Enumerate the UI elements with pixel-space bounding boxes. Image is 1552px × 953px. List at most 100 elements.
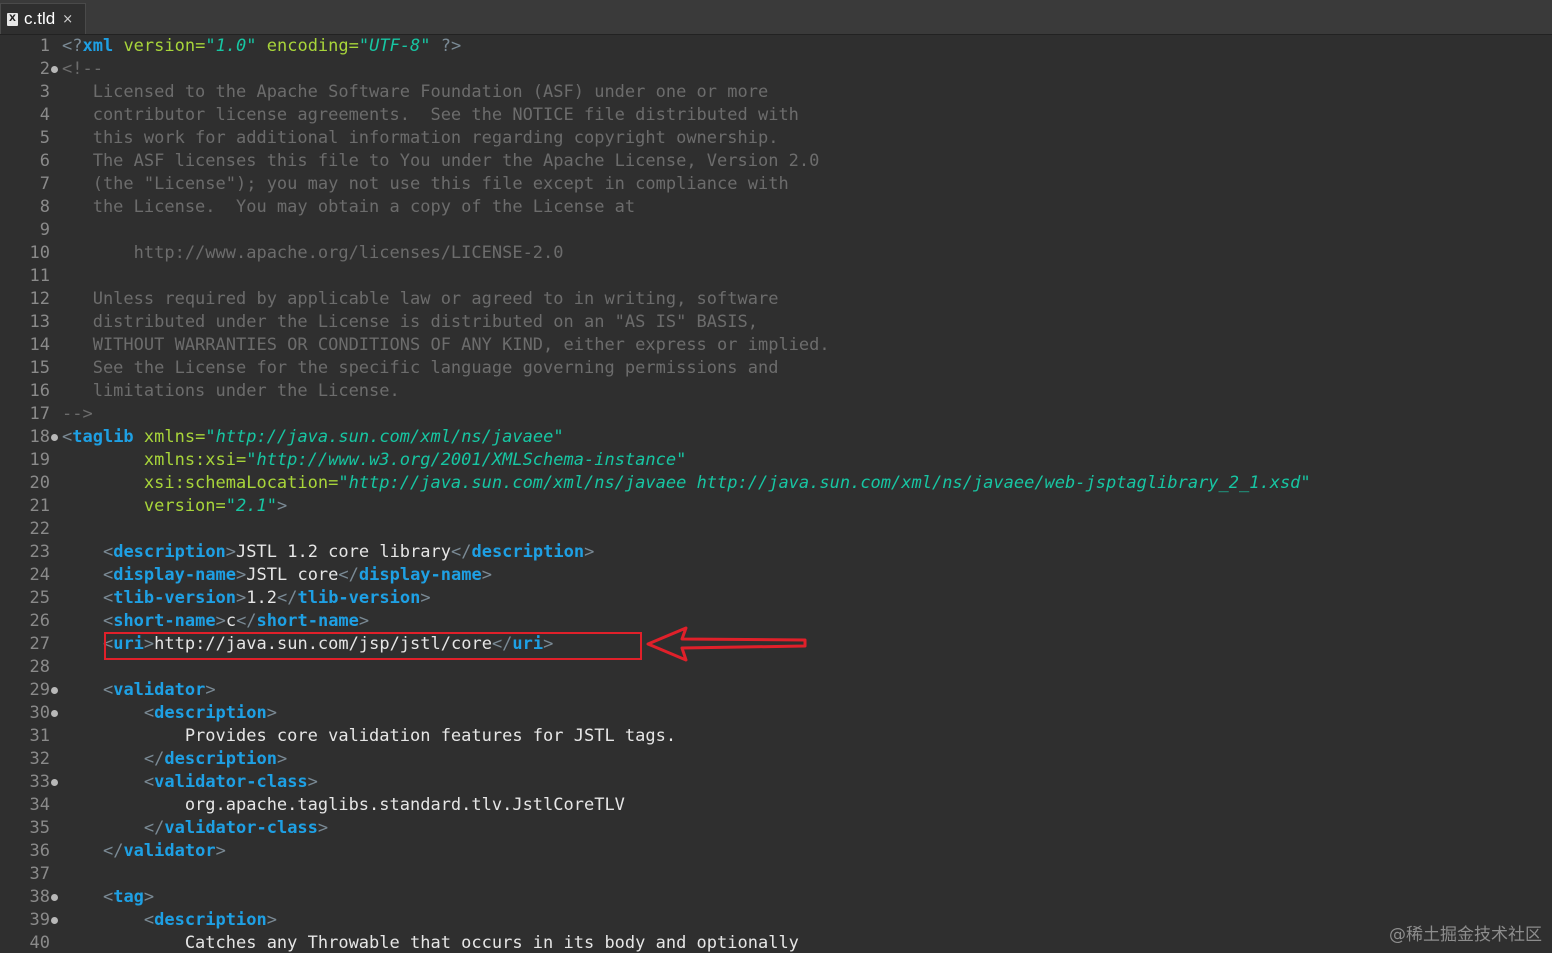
code-line[interactable]: 33 <validator-class> xyxy=(0,771,1552,794)
attribute: version= xyxy=(113,36,206,56)
tab-c-tld[interactable]: X c.tld × xyxy=(0,3,86,34)
code-line[interactable]: 19 xmlns:xsi="http://www.w3.org/2001/XML… xyxy=(0,449,1552,472)
code-line[interactable]: 3 Licensed to the Apache Software Founda… xyxy=(0,81,1552,104)
comment-text: See the License for the specific languag… xyxy=(62,358,779,378)
text-content xyxy=(62,634,103,654)
tag-name: validator xyxy=(123,841,216,861)
code-line[interactable]: 7 (the "License"); you may not use this … xyxy=(0,173,1552,196)
line-number: 35 xyxy=(29,818,50,838)
tag-name: taglib xyxy=(72,427,134,447)
punctuation: < xyxy=(102,542,114,562)
code-line[interactable]: 31 Provides core validation features for… xyxy=(0,725,1552,748)
code-content: See the License for the specific languag… xyxy=(62,357,779,380)
code-line[interactable]: 21 version="2.1"> xyxy=(0,495,1552,518)
code-line[interactable]: 2 <!-- xyxy=(0,58,1552,81)
code-line[interactable]: 24 <display-name>JSTL core</display-name… xyxy=(0,564,1552,587)
code-content: http://www.apache.org/licenses/LICENSE-2… xyxy=(62,242,564,265)
attribute: xmlns= xyxy=(133,427,206,447)
code-line[interactable]: 10 http://www.apache.org/licenses/LICENS… xyxy=(0,242,1552,265)
line-number: 3 xyxy=(39,82,50,102)
code-line[interactable]: 14 WITHOUT WARRANTIES OR CONDITIONS OF A… xyxy=(0,334,1552,357)
code-line[interactable]: 6 The ASF licenses this file to You unde… xyxy=(0,150,1552,173)
code-content: Unless required by applicable law or agr… xyxy=(62,288,779,311)
close-icon[interactable]: × xyxy=(62,12,73,27)
code-line[interactable]: 18 <taglib xmlns="http://java.sun.com/xml… xyxy=(0,426,1552,449)
fold-toggle-icon[interactable] xyxy=(51,66,58,73)
line-number: 16 xyxy=(29,381,50,401)
code-line[interactable]: 17 --> xyxy=(0,403,1552,426)
fold-toggle-icon[interactable] xyxy=(51,434,58,441)
text-content xyxy=(62,565,103,585)
line-number: 12 xyxy=(29,289,50,309)
punctuation: </ xyxy=(277,588,298,608)
code-content: <display-name>JSTL core</display-name> xyxy=(62,564,492,587)
fold-toggle-icon[interactable] xyxy=(51,687,58,694)
code-content: <description> xyxy=(62,909,277,932)
code-line[interactable]: 9 xyxy=(0,219,1552,242)
comment-text: --> xyxy=(62,404,93,424)
comment-text: (the "License"); you may not use this fi… xyxy=(62,174,789,194)
punctuation: > xyxy=(266,703,277,723)
punctuation: < xyxy=(62,427,73,447)
line-number: 6 xyxy=(39,151,50,171)
code-line[interactable]: 39 <description> xyxy=(0,909,1552,932)
code-content: <!-- xyxy=(62,58,103,81)
code-content: Provides core validation features for JS… xyxy=(62,725,676,748)
code-line[interactable]: 16 limitations under the License. xyxy=(0,380,1552,403)
punctuation: > xyxy=(358,611,370,631)
punctuation: > xyxy=(266,910,277,930)
line-number: 24 xyxy=(29,565,50,585)
punctuation: > xyxy=(317,818,329,838)
punctuation: > xyxy=(215,841,226,861)
code-line[interactable]: 32 </description> xyxy=(0,748,1552,771)
code-line[interactable]: 25 <tlib-version>1.2</tlib-version> xyxy=(0,587,1552,610)
code-line[interactable]: 12 Unless required by applicable law or … xyxy=(0,288,1552,311)
code-line[interactable]: 5 this work for additional information r… xyxy=(0,127,1552,150)
comment-text: Licensed to the Apache Software Foundati… xyxy=(62,82,769,102)
code-editor[interactable]: 1 <?xml version="1.0" encoding="UTF-8" ?>… xyxy=(0,35,1552,953)
code-line[interactable]: 36 </validator> xyxy=(0,840,1552,863)
line-number: 34 xyxy=(29,795,50,815)
fold-toggle-icon[interactable] xyxy=(51,894,58,901)
fold-toggle-icon[interactable] xyxy=(51,917,58,924)
line-number: 9 xyxy=(39,220,50,240)
comment-text: limitations under the License. xyxy=(62,381,400,401)
punctuation: < xyxy=(102,588,114,608)
red-arrow-annotation xyxy=(646,626,807,662)
punctuation: > xyxy=(225,542,237,562)
tag-name: validator-class xyxy=(154,772,308,792)
line-number: 7 xyxy=(39,174,50,194)
code-line[interactable]: 11 xyxy=(0,265,1552,288)
fold-toggle-icon[interactable] xyxy=(51,779,58,786)
code-line[interactable]: 38 <tag> xyxy=(0,886,1552,909)
xml-file-icon: X xyxy=(7,12,18,26)
code-line[interactable]: 35 </validator-class> xyxy=(0,817,1552,840)
code-line[interactable]: 22 xyxy=(0,518,1552,541)
code-content: <validator-class> xyxy=(62,771,318,794)
code-line[interactable]: 34 org.apache.taglibs.standard.tlv.JstlC… xyxy=(0,794,1552,817)
code-line[interactable]: 29 <validator> xyxy=(0,679,1552,702)
text-content: 1.2 xyxy=(246,588,277,608)
line-number: 10 xyxy=(29,243,50,263)
text-content xyxy=(62,703,144,723)
code-line[interactable]: 15 See the License for the specific lang… xyxy=(0,357,1552,380)
code-content: --> xyxy=(62,403,93,426)
line-number: 32 xyxy=(29,749,50,769)
code-content: <?xml version="1.0" encoding="UTF-8" ?> xyxy=(62,35,461,58)
code-line[interactable]: 8 the License. You may obtain a copy of … xyxy=(0,196,1552,219)
code-line[interactable]: 37 xyxy=(0,863,1552,886)
code-content: this work for additional information reg… xyxy=(62,127,779,150)
code-content: contributor license agreements. See the … xyxy=(62,104,799,127)
code-line[interactable]: 20 xsi:schemaLocation="http://java.sun.c… xyxy=(0,472,1552,495)
code-line[interactable]: 23 <description>JSTL 1.2 core library</d… xyxy=(0,541,1552,564)
attribute-value: "1.0" xyxy=(205,36,257,56)
comment-text: http://www.apache.org/licenses/LICENSE-2… xyxy=(62,243,564,263)
line-number: 26 xyxy=(29,611,50,631)
code-line[interactable]: 13 distributed under the License is dist… xyxy=(0,311,1552,334)
tag-name: xml xyxy=(82,36,114,56)
code-line[interactable]: 1 <?xml version="1.0" encoding="UTF-8" ?> xyxy=(0,35,1552,58)
code-line[interactable]: 30 <description> xyxy=(0,702,1552,725)
code-line[interactable]: 40 Catches any Throwable that occurs in … xyxy=(0,932,1552,953)
code-line[interactable]: 4 contributor license agreements. See th… xyxy=(0,104,1552,127)
fold-toggle-icon[interactable] xyxy=(51,710,58,717)
